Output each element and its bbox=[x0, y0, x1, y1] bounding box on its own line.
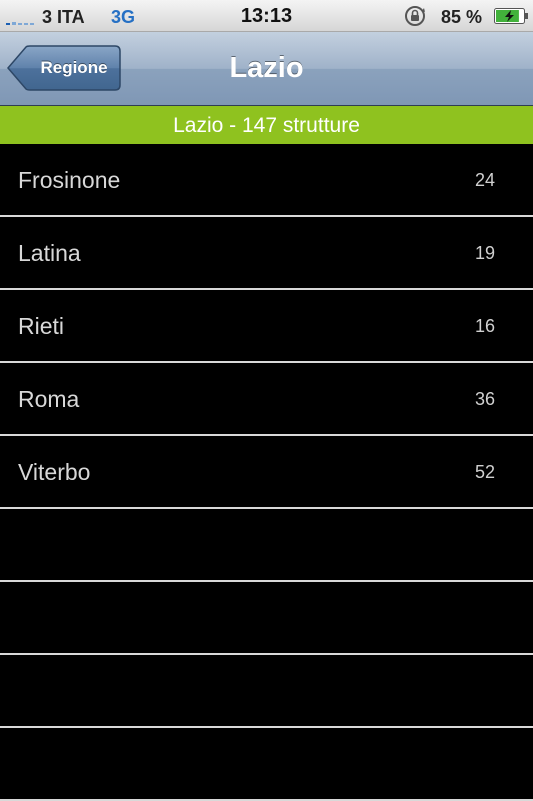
list-item[interactable]: Viterbo 52 bbox=[0, 436, 533, 509]
list-item[interactable]: Roma 36 bbox=[0, 363, 533, 436]
list-item-name: Frosinone bbox=[18, 167, 121, 193]
back-button[interactable]: Regione bbox=[7, 45, 121, 91]
rotation-lock-icon bbox=[405, 6, 425, 26]
list-item-count: 36 bbox=[474, 389, 495, 409]
list-item[interactable]: Rieti 16 bbox=[0, 290, 533, 363]
battery-percent: 85 % bbox=[441, 7, 483, 27]
empty-row bbox=[0, 509, 533, 582]
battery-charging-icon bbox=[494, 8, 528, 24]
navigation-bar: Regione Lazio bbox=[0, 32, 533, 106]
status-bar: 3 ITA 3G 13:13 85 % bbox=[0, 0, 533, 32]
empty-row bbox=[0, 582, 533, 655]
list-item[interactable]: Frosinone 24 bbox=[0, 144, 533, 217]
list-item-name: Viterbo bbox=[18, 459, 91, 485]
empty-row bbox=[0, 728, 533, 801]
empty-row bbox=[0, 655, 533, 728]
list-item-count: 16 bbox=[474, 316, 495, 336]
list-item-count: 24 bbox=[474, 170, 495, 190]
list-item[interactable]: Latina 19 bbox=[0, 217, 533, 290]
list-item-name: Rieti bbox=[18, 313, 65, 339]
back-button-label: Regione bbox=[40, 58, 108, 77]
section-header: Lazio - 147 strutture bbox=[0, 106, 533, 144]
list-item-name: Latina bbox=[18, 240, 81, 266]
list-item-count: 52 bbox=[474, 462, 495, 482]
list-item-name: Roma bbox=[18, 386, 80, 412]
province-list: Frosinone 24 Latina 19 Rieti 16 Roma 36 … bbox=[0, 144, 533, 801]
list-item-count: 19 bbox=[474, 243, 495, 263]
